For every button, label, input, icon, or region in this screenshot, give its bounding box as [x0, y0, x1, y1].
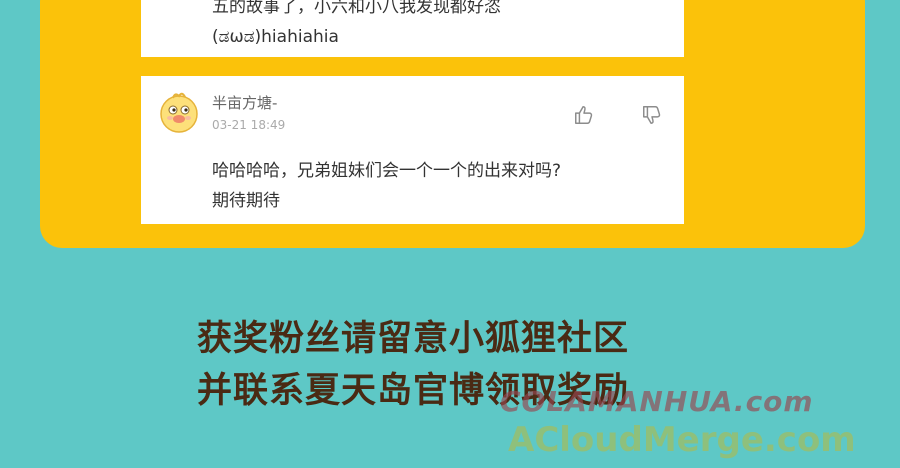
watermark-text: COLAMANHUA.com [500, 385, 814, 418]
comment-card: 五的故事了，小六和小八我发现都好恣 (ಡωಡ)hiahiahia [141, 0, 684, 57]
thumbs-up-icon[interactable] [573, 104, 595, 126]
watermark-text: ACloudMerge.com [508, 420, 856, 460]
comment-card: 半亩方塘- 03-21 18:49 哈哈哈哈，兄弟姐妹们会一个一个的出来对吗? … [141, 76, 684, 224]
comment-text-line: 期待期待 [212, 191, 280, 211]
comment-text-line: (ಡωಡ)hiahiahia [212, 27, 339, 47]
comment-text-line: 五的故事了，小六和小八我发现都好恣 [212, 0, 501, 17]
comment-timestamp: 03-21 18:49 [212, 118, 286, 132]
cartoon-chick-icon[interactable] [157, 90, 201, 134]
promo-text-line: 获奖粉丝请留意小狐狸社区 [197, 318, 630, 359]
thumbs-down-icon[interactable] [641, 104, 663, 126]
comment-username[interactable]: 半亩方塘- [212, 92, 277, 113]
comment-text-line: 哈哈哈哈，兄弟姐妹们会一个一个的出来对吗? [212, 161, 562, 181]
